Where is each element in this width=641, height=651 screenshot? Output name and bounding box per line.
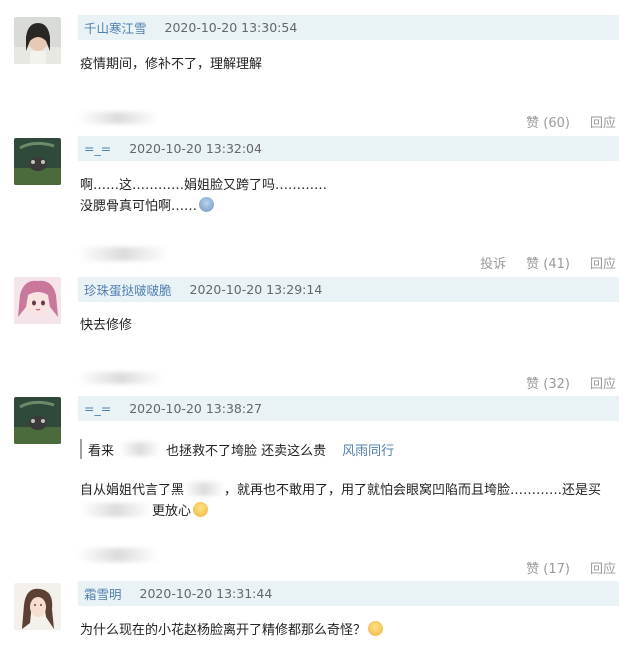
avatar[interactable] — [14, 397, 61, 444]
reply-button[interactable]: 回应 — [590, 253, 616, 272]
avatar[interactable] — [14, 138, 61, 185]
comment-actions: 赞 (32) 回应 — [526, 373, 616, 392]
comment-text-line-1: 啊……这…………娟姐脸又跨了吗………… — [80, 178, 328, 193]
like-button[interactable]: 赞 (41) — [526, 253, 570, 272]
comment-header: 千山寒江雪 2020-10-20 13:30:54 — [78, 15, 619, 40]
quoted-username-link[interactable]: 风雨同行 — [342, 440, 394, 459]
avatar[interactable] — [14, 277, 61, 324]
like-button[interactable]: 赞 (60) — [526, 112, 570, 131]
comment-header: =_= 2020-10-20 13:32:04 — [78, 136, 619, 161]
username-link[interactable]: =_= — [84, 401, 111, 416]
quoted-reply: 看来 也拯救不了垮脸 还卖这么贵 风雨同行 — [80, 439, 394, 459]
comment-text: 疫情期间，修补不了，理解理解 — [80, 57, 263, 72]
reply-button[interactable]: 回应 — [590, 373, 616, 392]
username-link[interactable]: =_= — [84, 141, 111, 156]
confused-emoji-icon — [368, 621, 384, 636]
sad-emoji-icon — [193, 502, 209, 517]
username-link[interactable]: 霜雪明 — [84, 584, 122, 603]
like-button[interactable]: 赞 (17) — [526, 558, 570, 577]
redacted-blur — [78, 372, 163, 384]
comment-text-line-1: 自从娟姐代言了黑 ，就再也不敢用了，用了就怕会眼窝凹陷而且垮脸…………还是买 — [80, 480, 601, 501]
reply-button[interactable]: 回应 — [590, 558, 616, 577]
comment-text-line-2: 更放心 — [80, 501, 209, 522]
report-button[interactable]: 投诉 — [480, 253, 506, 272]
redacted-blur — [78, 548, 158, 562]
quote-text-start: 看来 — [88, 443, 115, 459]
comment-actions: 赞 (17) 回应 — [526, 558, 616, 577]
comment-text: 更放心 — [152, 504, 192, 519]
redacted-blur — [78, 112, 158, 124]
comment-actions: 投诉 赞 (41) 回应 — [480, 253, 616, 272]
comment-time: 2020-10-20 13:38:27 — [129, 401, 262, 416]
comment-actions: 赞 (60) 回应 — [526, 112, 616, 131]
comment-text: 快去修修 — [80, 318, 133, 333]
like-button[interactable]: 赞 (32) — [526, 373, 570, 392]
comment-text: ，就再也不敢用了，用了就怕会眼窝凹陷而且垮脸…………还是买 — [224, 483, 602, 498]
comment-time: 2020-10-20 13:31:44 — [139, 586, 273, 601]
username-link[interactable]: 珍珠蛋挞啵啵脆 — [84, 280, 172, 299]
comment-header: 珍珠蛋挞啵啵脆 2020-10-20 13:29:14 — [78, 277, 619, 302]
comment-text-content: 为什么现在的小花赵杨脸离开了精修都那么奇怪？ — [80, 623, 367, 638]
comment-text-line-2: 没腮骨真可怕啊…… — [80, 196, 215, 217]
redacted-blur — [78, 247, 168, 261]
comment-header: =_= 2020-10-20 13:38:27 — [78, 396, 619, 421]
comment-text: 自从娟姐代言了黑 — [80, 483, 185, 498]
avatar[interactable] — [14, 17, 61, 64]
redacted-blur — [80, 503, 152, 517]
quote-text: 也拯救不了垮脸 还卖这么贵 — [166, 443, 327, 459]
shocked-emoji-icon — [199, 197, 215, 212]
redacted-blur — [184, 482, 225, 496]
comment-text: 没腮骨真可怕啊…… — [80, 199, 198, 214]
comment-header: 霜雪明 2020-10-20 13:31:44 — [78, 581, 619, 606]
comment-time: 2020-10-20 13:32:04 — [129, 141, 262, 156]
avatar[interactable] — [14, 583, 61, 630]
comment-time: 2020-10-20 13:29:14 — [189, 282, 323, 297]
comment-text: 为什么现在的小花赵杨脸离开了精修都那么奇怪？ — [80, 620, 384, 641]
redacted-blur — [120, 442, 161, 456]
comment-time: 2020-10-20 13:30:54 — [164, 20, 298, 35]
reply-button[interactable]: 回应 — [590, 112, 616, 131]
username-link[interactable]: 千山寒江雪 — [84, 18, 147, 37]
